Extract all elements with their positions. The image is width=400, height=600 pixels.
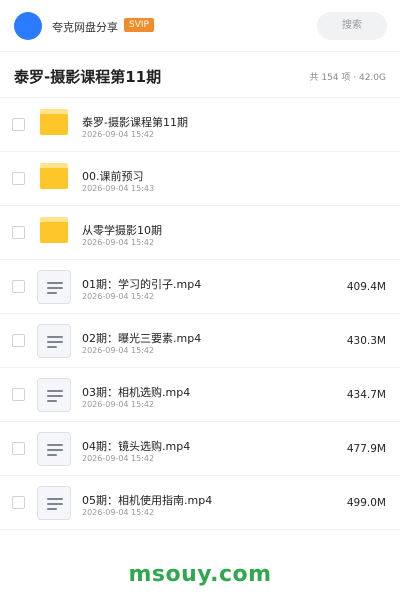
document-icon <box>37 378 71 412</box>
file-list: 泰罗-摄影课程第11期 2026-09-04 15:42 00.课前预习 2026-0… <box>0 98 400 530</box>
svip-badge: SVIP <box>124 18 154 32</box>
item-size: 434.7M <box>346 389 386 401</box>
item-name: 02期：曝光三要素.mp4 <box>82 332 202 345</box>
item-date: 2026-09-04 15:42 <box>82 346 155 355</box>
list-item[interactable]: 03期：相机选购.mp4 2026-09-04 15:42 434.7M <box>0 368 400 422</box>
item-summary: 共 154 项 · 42.0G <box>309 73 387 83</box>
item-name: 05期：相机使用指南.mp4 <box>82 494 213 507</box>
list-item[interactable]: 00.课前预习 2026-09-04 15:43 <box>0 152 400 206</box>
folder-icon <box>40 217 68 243</box>
item-date: 2026-09-04 15:42 <box>82 454 155 463</box>
row-checkbox[interactable] <box>12 442 25 455</box>
item-name: 04期：镜头选购.mp4 <box>82 440 191 453</box>
item-date: 2026-09-04 15:42 <box>82 238 155 247</box>
item-date: 2026-09-04 15:43 <box>82 184 155 193</box>
item-size: 477.9M <box>346 443 386 455</box>
document-icon <box>37 432 71 466</box>
top-bar: 夸克网盘分享 SVIP 搜索 <box>0 0 400 52</box>
row-checkbox[interactable] <box>12 388 25 401</box>
watermark-text: msouy.com <box>128 562 272 587</box>
folder-icon <box>40 109 68 135</box>
item-date: 2026-09-04 15:42 <box>82 292 155 301</box>
row-checkbox[interactable] <box>12 118 25 131</box>
brand-label: 夸克网盘分享 <box>52 21 118 34</box>
item-size: 499.0M <box>346 497 386 509</box>
folder-title-row: 泰罗-摄影课程第11期 共 154 项 · 42.0G <box>0 52 400 98</box>
folder-icon <box>40 163 68 189</box>
item-date: 2026-09-04 15:42 <box>82 400 155 409</box>
item-name: 01期：学习的引子.mp4 <box>82 278 202 291</box>
item-date: 2026-09-04 15:42 <box>82 508 155 517</box>
list-item[interactable]: 05期：相机使用指南.mp4 2026-09-04 15:42 499.0M <box>0 476 400 530</box>
item-name: 泰罗-摄影课程第11期 <box>82 116 188 129</box>
item-size: 430.3M <box>346 335 386 347</box>
avatar[interactable] <box>14 12 42 40</box>
list-item[interactable]: 02期：曝光三要素.mp4 2026-09-04 15:42 430.3M <box>0 314 400 368</box>
list-item[interactable]: 04期：镜头选购.mp4 2026-09-04 15:42 477.9M <box>0 422 400 476</box>
list-item[interactable]: 01期：学习的引子.mp4 2026-09-04 15:42 409.4M <box>0 260 400 314</box>
document-icon <box>37 324 71 358</box>
row-checkbox[interactable] <box>12 334 25 347</box>
item-name: 00.课前预习 <box>82 170 144 183</box>
row-checkbox[interactable] <box>12 226 25 239</box>
row-checkbox[interactable] <box>12 496 25 509</box>
item-name: 03期：相机选购.mp4 <box>82 386 191 399</box>
item-size: 409.4M <box>346 281 386 293</box>
item-name: 从零学摄影10期 <box>82 224 162 237</box>
list-item[interactable]: 从零学摄影10期 2026-09-04 15:42 <box>0 206 400 260</box>
page-title: 泰罗-摄影课程第11期 <box>14 68 162 86</box>
row-checkbox[interactable] <box>12 172 25 185</box>
search-input[interactable]: 搜索 <box>317 12 387 40</box>
row-checkbox[interactable] <box>12 280 25 293</box>
item-date: 2026-09-04 15:42 <box>82 130 155 139</box>
list-item[interactable]: 泰罗-摄影课程第11期 2026-09-04 15:42 <box>0 98 400 152</box>
document-icon <box>37 270 71 304</box>
document-icon <box>37 486 71 520</box>
